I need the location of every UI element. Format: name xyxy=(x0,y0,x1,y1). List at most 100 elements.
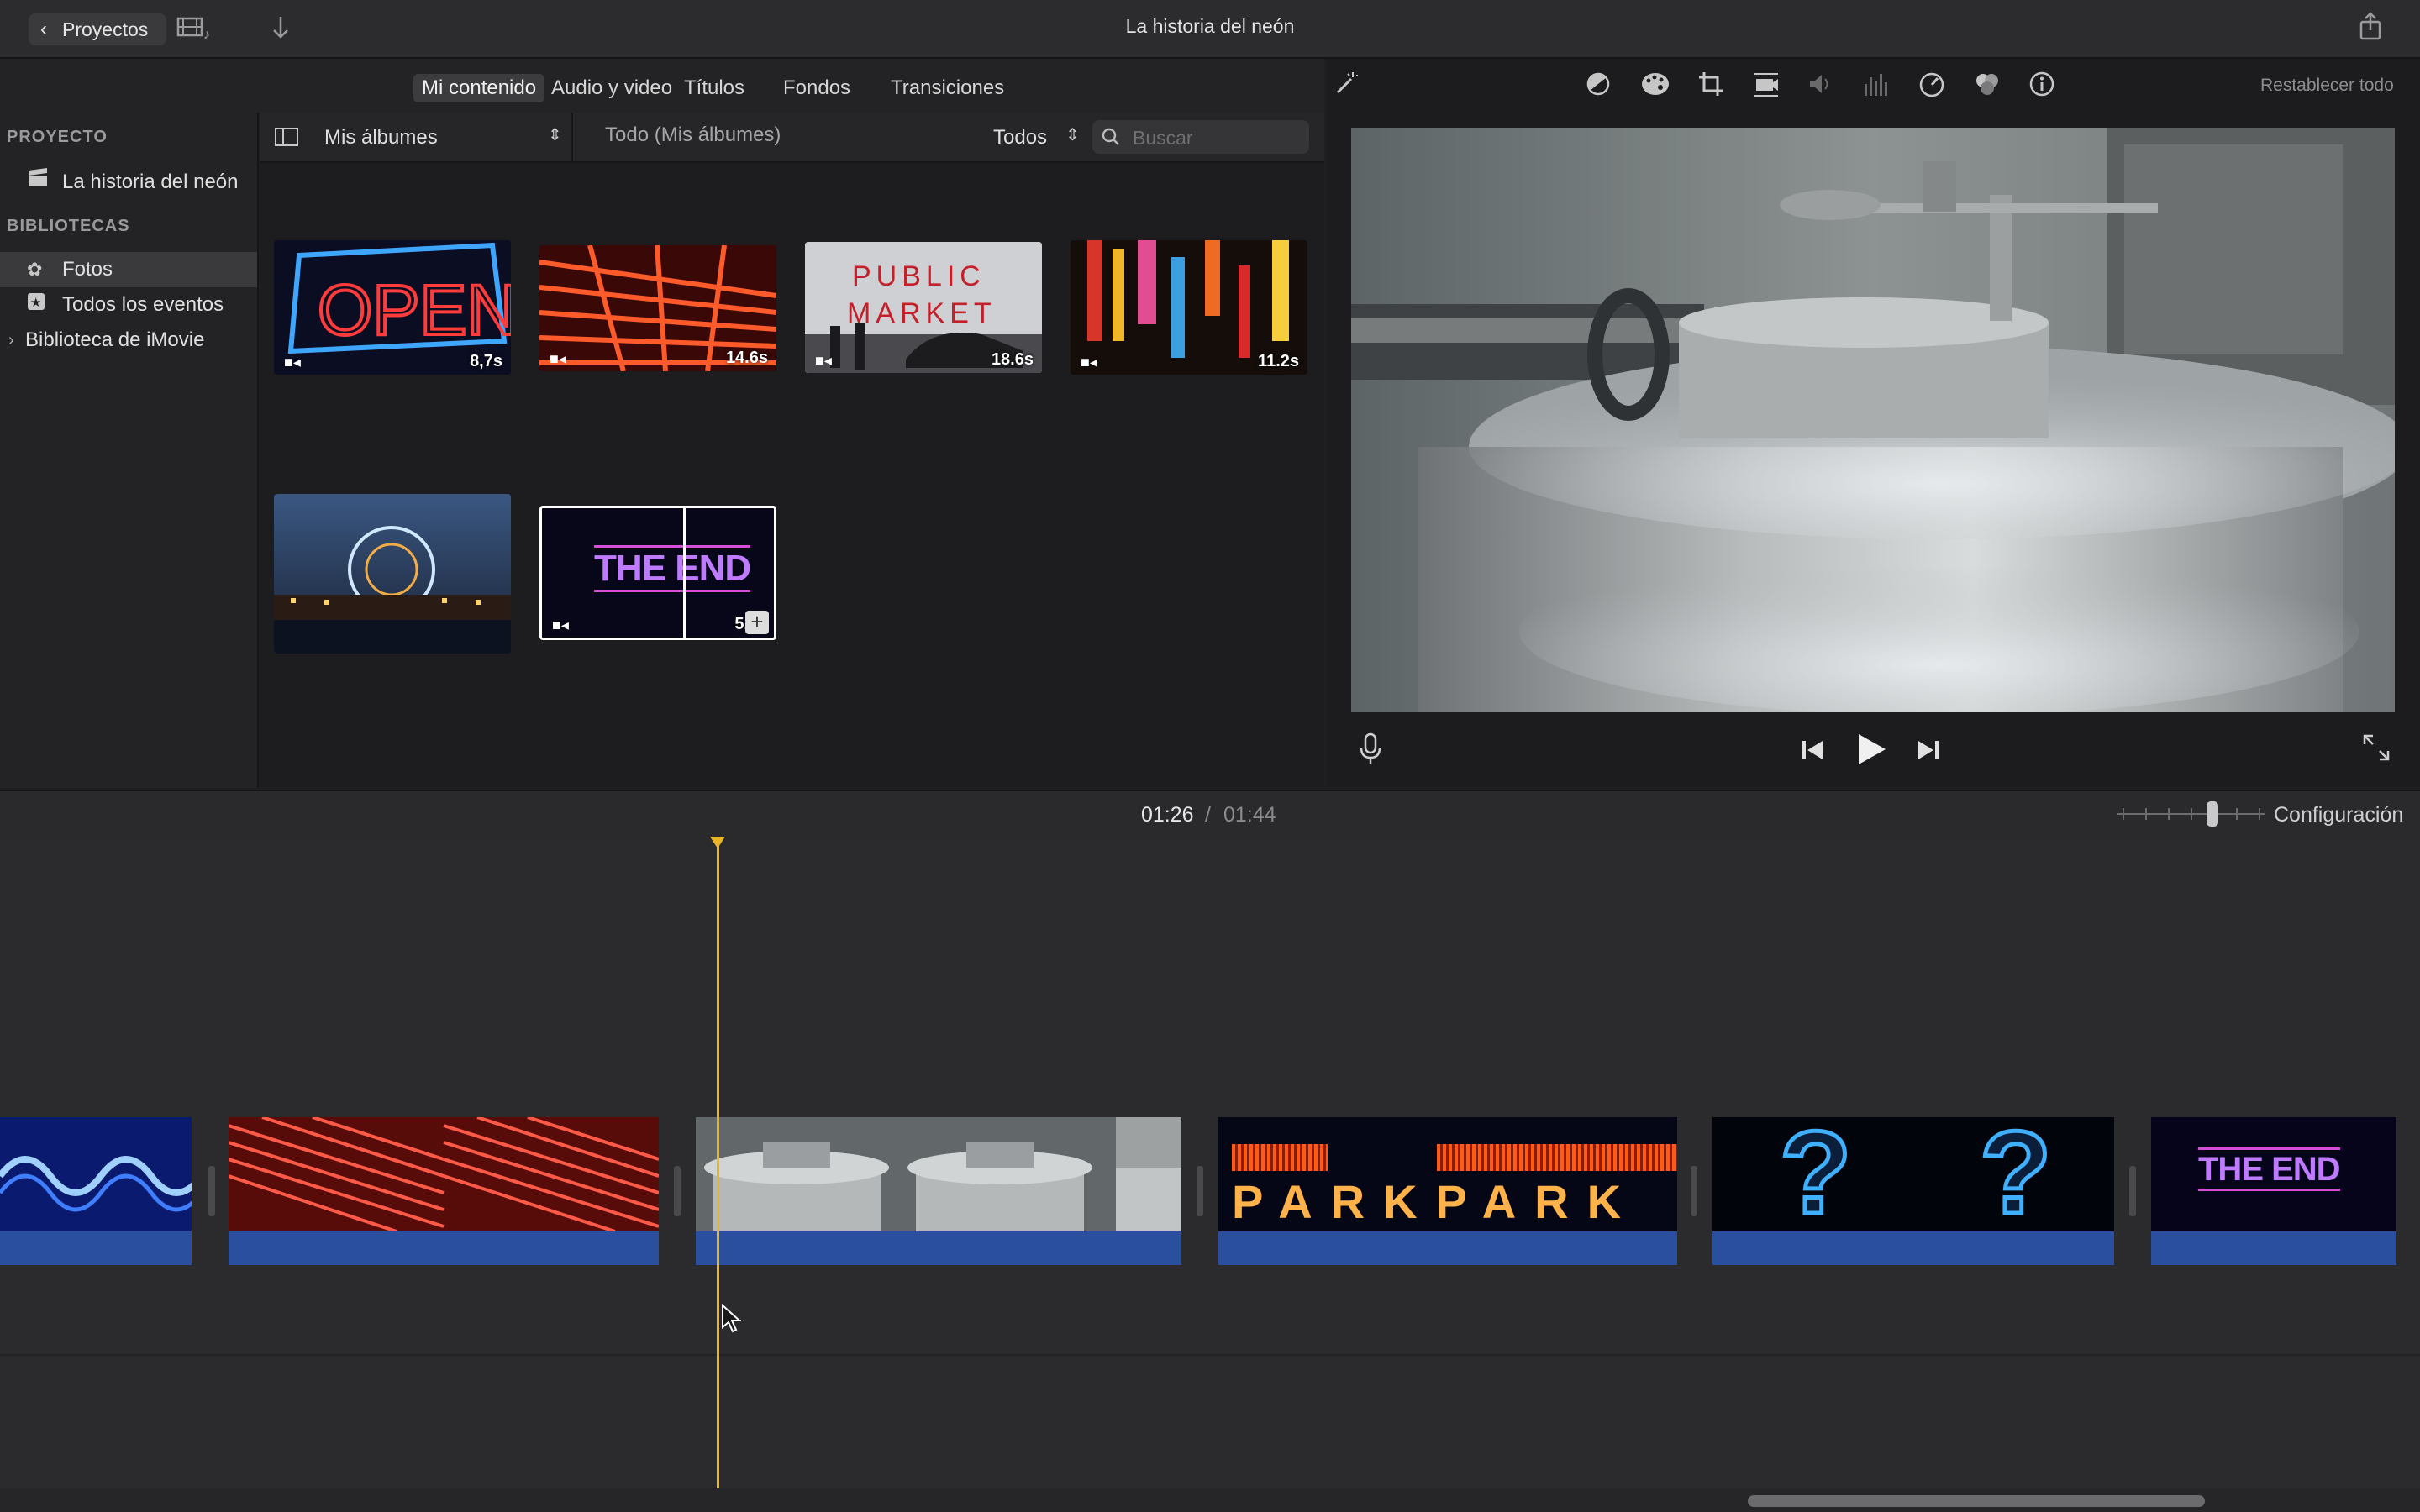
clip-gap[interactable] xyxy=(208,1166,215,1216)
video-camera-icon: ■◂ xyxy=(1081,354,1097,370)
tab-transitions[interactable]: Transiciones xyxy=(882,74,1013,102)
svg-text:PUBLIC: PUBLIC xyxy=(852,260,986,292)
info-icon[interactable] xyxy=(2028,71,2055,104)
share-icon[interactable] xyxy=(2358,12,2383,50)
search-input[interactable]: Buscar xyxy=(1092,120,1309,154)
timeline-clip-tank[interactable] xyxy=(696,1117,1181,1265)
clip-thumbnail-ferris-wheel[interactable] xyxy=(274,494,511,654)
video-camera-icon: ■◂ xyxy=(815,352,832,369)
clip-duration: 8,7s xyxy=(470,352,502,370)
tab-my-content[interactable]: Mi contenido xyxy=(413,74,545,102)
album-selector[interactable]: Mis álbumes ⇕ xyxy=(313,113,573,161)
skip-back-icon[interactable] xyxy=(1800,738,1825,767)
play-button[interactable] xyxy=(1855,732,1887,770)
reset-all-button[interactable]: Restablecer todo xyxy=(2260,76,2394,96)
clip-gap[interactable] xyxy=(1197,1166,1203,1216)
media-toolbar: Mi contenido Audio y video Títulos Fondo… xyxy=(0,59,1324,113)
fullscreen-icon[interactable] xyxy=(2361,732,2391,767)
clip-gap[interactable] xyxy=(674,1166,681,1216)
project-label: La historia del neón xyxy=(62,171,239,193)
current-time: 01:26 xyxy=(1141,803,1194,827)
question-mark-text: ? xyxy=(1778,1117,1854,1231)
tab-backgrounds[interactable]: Fondos xyxy=(775,74,859,102)
svg-text:OPEN: OPEN xyxy=(318,270,511,349)
media-browser xyxy=(260,113,1324,788)
timeline-clip-blue-neon[interactable] xyxy=(0,1117,192,1265)
audio-track xyxy=(1712,1231,2114,1265)
photos-label: Fotos xyxy=(62,258,113,281)
color-balance-icon[interactable] xyxy=(1585,71,1612,104)
video-camera-icon: ■◂ xyxy=(550,350,566,367)
speed-icon[interactable] xyxy=(1918,71,1946,104)
clip-duration: 14.6s xyxy=(725,349,768,367)
sidebar-item-project[interactable]: La historia del neón xyxy=(0,165,257,200)
park-text: PARKPARK xyxy=(1232,1175,1640,1228)
clip-thumbnail-the-end[interactable]: THE END ■◂ 5. + xyxy=(539,506,776,640)
timeline-clip-red-neon[interactable] xyxy=(229,1117,659,1265)
search-placeholder: Buscar xyxy=(1133,127,1193,149)
sidebar-item-photos[interactable]: ✿ Fotos xyxy=(0,252,257,287)
video-preview xyxy=(1351,128,2395,712)
libraries-sidebar: PROYECTO La historia del neón BIBLIOTECA… xyxy=(0,113,259,788)
tab-titles[interactable]: Títulos xyxy=(676,74,753,102)
audio-track xyxy=(696,1231,1181,1265)
breadcrumb: Todo (Mis álbumes) xyxy=(575,113,860,161)
updown-chevron-icon: ⇕ xyxy=(1065,126,1080,144)
all-events-label: Todos los eventos xyxy=(62,293,224,316)
audio-track xyxy=(229,1231,659,1265)
neon-stripe xyxy=(1232,1144,1328,1171)
volume-icon[interactable] xyxy=(1807,71,1835,104)
window-title: La historia del neón xyxy=(1125,15,1295,37)
breadcrumb-label: Todo (Mis álbumes) xyxy=(605,123,781,146)
timeline-clip-park[interactable]: PARKPARK xyxy=(1218,1117,1677,1265)
clip-thumbnail-city-night[interactable]: ■◂ 11.2s xyxy=(1071,240,1307,375)
search-icon xyxy=(1101,127,1121,151)
timeline-clip-the-end[interactable]: THE END xyxy=(2151,1117,2396,1265)
mouse-cursor-icon xyxy=(721,1303,742,1338)
video-camera-icon: ■◂ xyxy=(552,617,569,633)
magic-wand-icon[interactable] xyxy=(1333,71,1360,104)
scrollbar-thumb[interactable] xyxy=(1748,1495,2205,1507)
filter-label: Todos xyxy=(993,126,1048,149)
timeline-divider xyxy=(0,1354,2420,1356)
stabilization-icon[interactable] xyxy=(1753,71,1780,104)
color-palette-icon[interactable] xyxy=(1640,71,1670,104)
clapper-icon xyxy=(27,165,49,200)
zoom-slider-ticks xyxy=(2123,808,2260,820)
skimmer-line xyxy=(683,508,686,638)
clip-thumbnail-red-neon[interactable]: ■◂ 14.6s xyxy=(539,245,776,371)
sidebar-toggle-icon[interactable] xyxy=(274,126,299,152)
sidebar-item-imovie-library[interactable]: › Biblioteca de iMovie xyxy=(0,323,257,358)
tab-audio-video[interactable]: Audio y video xyxy=(543,74,681,102)
video-camera-icon: ■◂ xyxy=(284,354,301,370)
photos-flower-icon: ✿ xyxy=(27,259,43,280)
time-separator: / xyxy=(1205,803,1211,827)
microphone-icon[interactable] xyxy=(1358,732,1383,770)
question-mark-text: ? xyxy=(1978,1117,2054,1231)
skip-forward-icon[interactable] xyxy=(1916,738,1941,767)
clip-gap[interactable] xyxy=(2129,1166,2136,1216)
total-time: 01:44 xyxy=(1223,803,1276,827)
audio-track xyxy=(0,1231,192,1265)
album-selector-label: Mis álbumes xyxy=(324,126,438,149)
clip-gap[interactable] xyxy=(1691,1166,1697,1216)
equalizer-icon[interactable] xyxy=(1862,71,1891,104)
settings-button[interactable]: Configuración xyxy=(2274,803,2403,827)
clip-duration: 11.2s xyxy=(1258,352,1299,370)
timeline-clip-question[interactable]: ? ? xyxy=(1712,1117,2114,1265)
the-end-text: THE END xyxy=(594,545,751,592)
crop-icon[interactable] xyxy=(1697,71,1724,104)
imovie-library-label: Biblioteca de iMovie xyxy=(25,328,205,351)
updown-chevron-icon: ⇕ xyxy=(548,126,562,144)
add-clip-button[interactable]: + xyxy=(745,611,769,634)
filter-icon[interactable] xyxy=(1973,71,2002,104)
playhead[interactable] xyxy=(717,840,719,1488)
svg-text:MARKET: MARKET xyxy=(847,297,997,329)
clip-thumbnail-open-sign[interactable]: OPEN ■◂ 8,7s xyxy=(274,240,511,375)
zoom-slider-thumb[interactable] xyxy=(2207,801,2218,827)
disclosure-chevron-icon[interactable]: › xyxy=(8,323,14,358)
clip-thumbnail-public-market[interactable]: PUBLIC MARKET ■◂ 18.6s xyxy=(805,242,1042,373)
svg-text:★: ★ xyxy=(30,296,41,310)
sidebar-item-all-events[interactable]: ★ Todos los eventos xyxy=(0,287,257,323)
audio-track xyxy=(1218,1231,1677,1265)
